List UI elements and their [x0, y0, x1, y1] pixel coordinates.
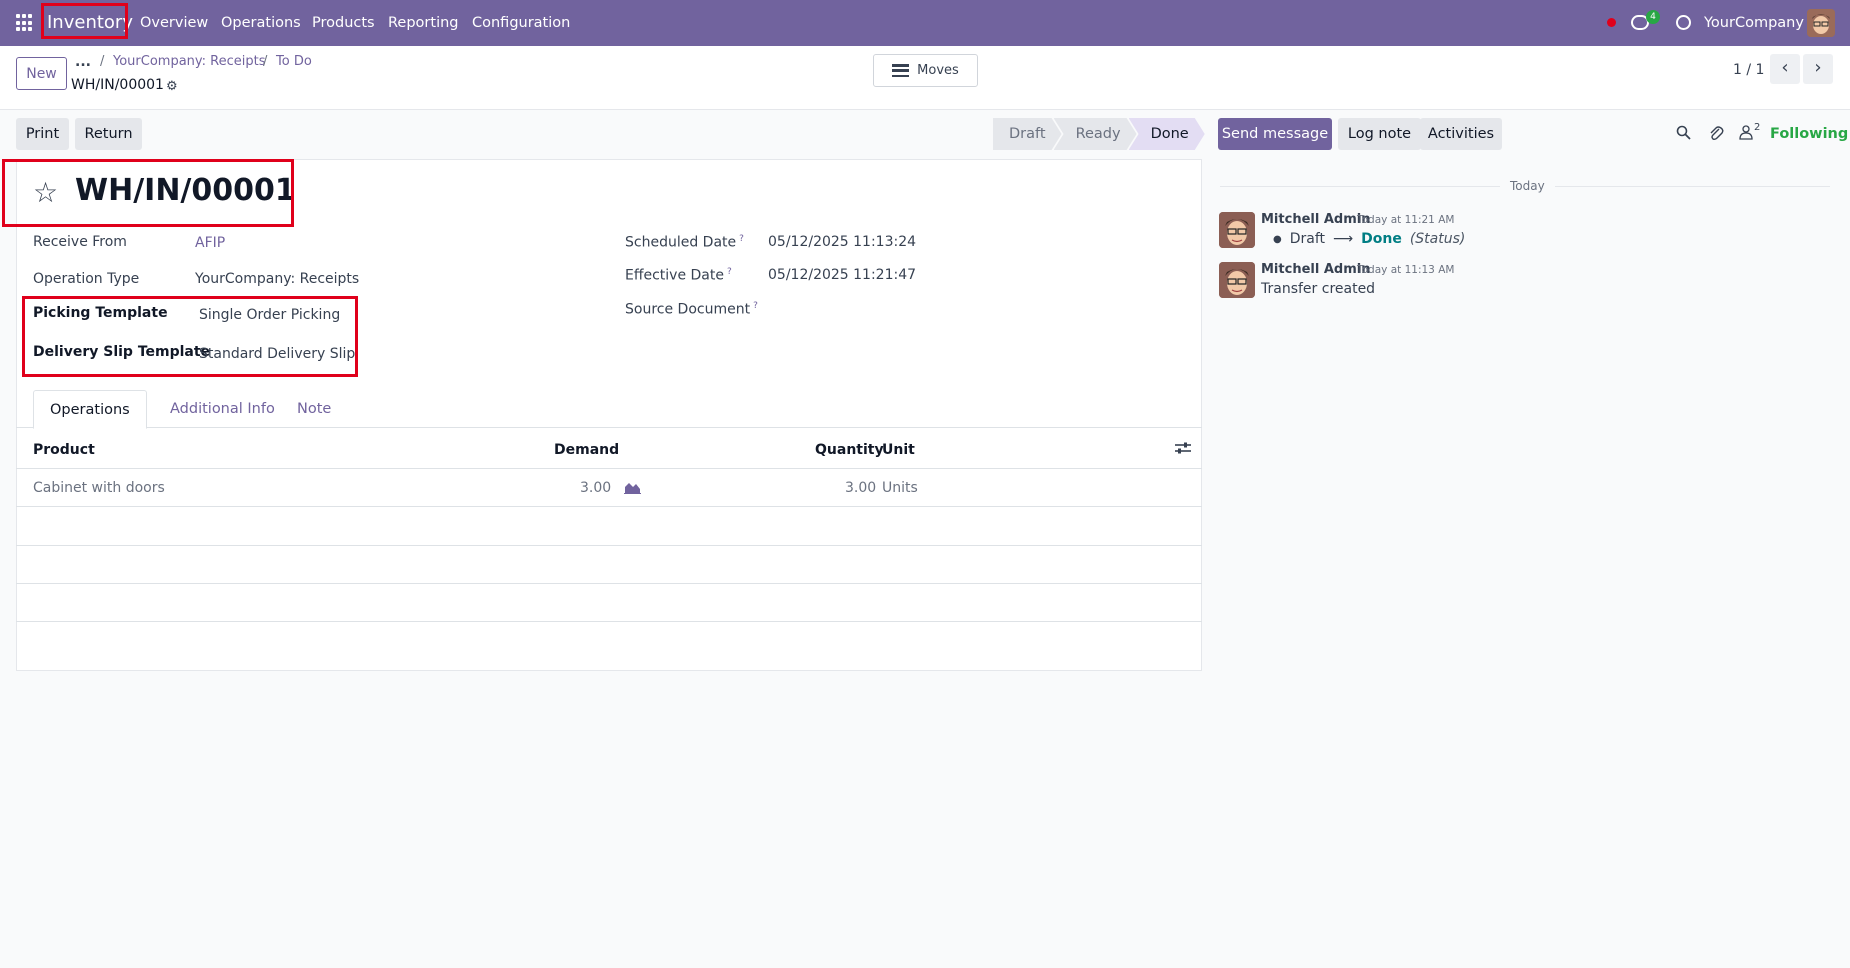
- activity-clock-icon[interactable]: [1676, 15, 1691, 30]
- table-header: Product Demand Quantity Unit: [16, 430, 1202, 469]
- followers-count: 2: [1754, 122, 1761, 133]
- messaging-badge: 4: [1646, 10, 1660, 24]
- column-unit[interactable]: Unit: [882, 442, 915, 458]
- scheduled-date-label: Scheduled Date?: [625, 234, 744, 251]
- moves-smart-button[interactable]: Moves: [873, 54, 978, 87]
- receive-from-label: Receive From: [33, 234, 127, 250]
- highlight-templates-box: [22, 296, 358, 377]
- tab-note[interactable]: Note: [281, 390, 347, 428]
- effective-date-value[interactable]: 05/12/2025 11:21:47: [768, 267, 916, 283]
- control-panel: New ... / YourCompany: Receipts / To Do …: [0, 46, 1850, 110]
- search-icon[interactable]: [1676, 125, 1691, 144]
- date-divider-label: Today: [1500, 179, 1555, 193]
- company-switcher[interactable]: YourCompany: [1704, 15, 1804, 31]
- tracking-arrow: ⟶: [1333, 231, 1354, 247]
- table-empty-row: [16, 546, 1202, 584]
- tracking-old-value: Draft: [1289, 231, 1326, 247]
- message-date: Today at 11:21 AM: [1357, 214, 1455, 226]
- breadcrumb-current-record: WH/IN/00001: [71, 77, 164, 93]
- scheduled-date-value[interactable]: 05/12/2025 11:13:24: [768, 234, 916, 250]
- notebook-tabs: Operations Additional Info Note: [16, 390, 1202, 429]
- pager-next-icon[interactable]: ›: [1803, 54, 1833, 84]
- paperclip-icon[interactable]: [1709, 125, 1724, 145]
- print-button[interactable]: Print: [16, 118, 69, 150]
- menu-reporting[interactable]: Reporting: [388, 15, 459, 31]
- tracking-value-list: ● Draft ⟶ Done (Status): [1273, 231, 1465, 247]
- user-avatar[interactable]: [1807, 9, 1835, 37]
- bullet: ●: [1273, 233, 1282, 245]
- table-empty-row: [16, 584, 1202, 622]
- status-bar: Draft Ready Done: [993, 118, 1205, 150]
- source-document-label: Source Document?: [625, 301, 758, 318]
- moves-label: Moves: [917, 63, 959, 78]
- return-button[interactable]: Return: [75, 118, 142, 150]
- menu-overview[interactable]: Overview: [140, 15, 208, 31]
- tracking-new-value: Done: [1361, 231, 1402, 247]
- notification-dot: [1607, 18, 1616, 27]
- stage-done[interactable]: Done: [1129, 118, 1205, 150]
- menu-configuration[interactable]: Configuration: [472, 15, 570, 31]
- breadcrumb-separator: /: [100, 54, 105, 69]
- row-unit: Units: [882, 480, 918, 496]
- column-quantity[interactable]: Quantity: [815, 442, 884, 458]
- send-message-button[interactable]: Send message: [1218, 118, 1332, 150]
- row-demand: 3.00: [580, 480, 612, 496]
- column-product[interactable]: Product: [33, 442, 95, 458]
- pager-previous-icon[interactable]: ‹: [1770, 54, 1800, 84]
- operation-type-value[interactable]: YourCompany: Receipts: [195, 271, 359, 287]
- breadcrumb-more[interactable]: ...: [75, 54, 91, 70]
- pager-value[interactable]: 1 / 1: [1733, 62, 1764, 78]
- breadcrumb-todo[interactable]: To Do: [276, 54, 312, 69]
- column-demand[interactable]: Demand: [554, 442, 619, 458]
- top-navbar: Inventory Overview Operations Products R…: [0, 0, 1850, 46]
- list-icon: [892, 64, 910, 77]
- author-avatar[interactable]: [1219, 262, 1255, 298]
- tab-operations[interactable]: Operations: [33, 390, 147, 429]
- stage-ready[interactable]: Ready: [1054, 118, 1137, 150]
- log-note-button[interactable]: Log note: [1338, 118, 1421, 150]
- breadcrumb-separator: /: [263, 54, 268, 69]
- tracking-field-name: (Status): [1409, 231, 1466, 247]
- menu-products[interactable]: Products: [312, 15, 375, 31]
- receive-from-value[interactable]: AFIP: [195, 235, 225, 251]
- new-button[interactable]: New: [16, 57, 67, 90]
- highlight-brand-box: [41, 3, 128, 39]
- breadcrumb-receipts[interactable]: YourCompany: Receipts: [113, 54, 266, 69]
- row-product: Cabinet with doors: [33, 480, 165, 496]
- tab-additional-info[interactable]: Additional Info: [154, 390, 291, 428]
- gear-icon[interactable]: ⚙: [166, 79, 178, 94]
- table-empty-row: [16, 508, 1202, 546]
- activities-button[interactable]: Activities: [1420, 118, 1502, 150]
- operation-type-label: Operation Type: [33, 271, 140, 287]
- table-row[interactable]: Cabinet with doors 3.00 3.00 Units: [16, 469, 1202, 507]
- forecast-chart-icon[interactable]: [624, 481, 641, 494]
- message-body: Transfer created: [1261, 281, 1376, 297]
- apps-menu-icon[interactable]: [16, 14, 34, 32]
- table-empty-row: [16, 622, 1202, 660]
- author-avatar[interactable]: [1219, 212, 1255, 248]
- following-button[interactable]: Following: [1770, 126, 1848, 142]
- effective-date-label: Effective Date?: [625, 267, 732, 284]
- menu-operations[interactable]: Operations: [221, 15, 301, 31]
- message-date: Today at 11:13 AM: [1357, 264, 1455, 276]
- message-author[interactable]: Mitchell Admin: [1261, 262, 1370, 277]
- row-quantity[interactable]: 3.00: [845, 480, 876, 496]
- highlight-title-box: [2, 159, 294, 227]
- message-author[interactable]: Mitchell Admin: [1261, 212, 1370, 227]
- stage-draft[interactable]: Draft: [993, 118, 1062, 150]
- followers-icon[interactable]: [1739, 125, 1753, 144]
- optional-columns-icon[interactable]: [1175, 441, 1191, 455]
